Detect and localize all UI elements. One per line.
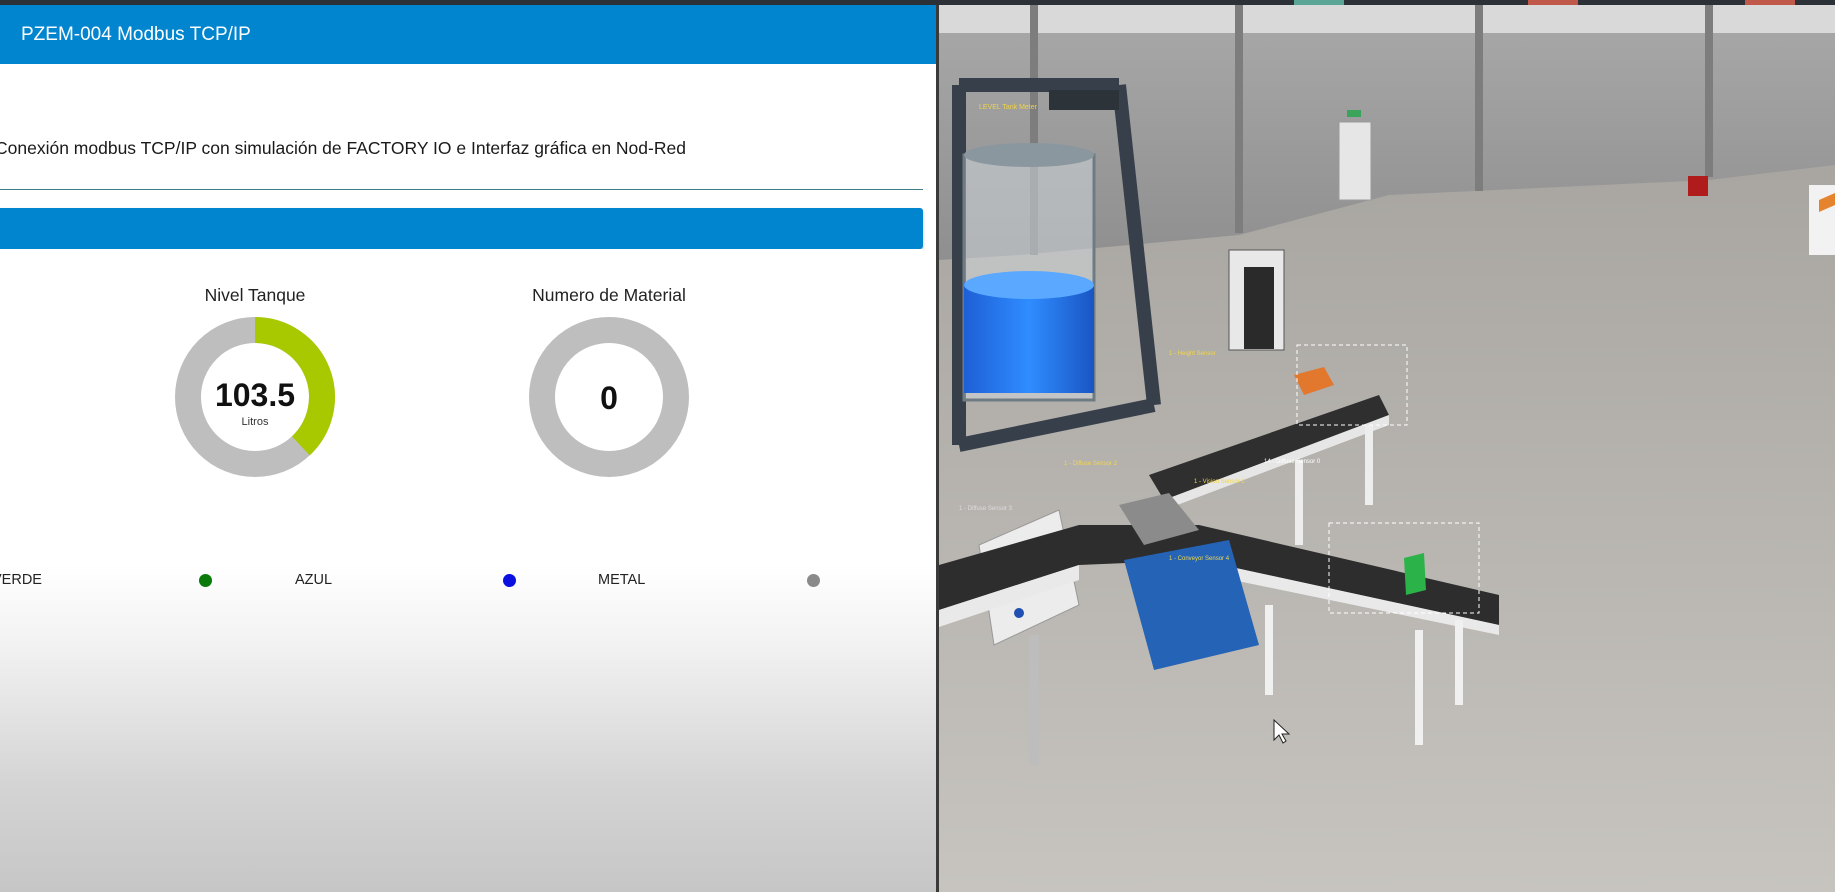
divider-line: [0, 189, 923, 190]
exit-door: [1338, 121, 1372, 201]
gauge-ring: 103.5 Litros: [175, 317, 335, 477]
gauges-card: Nivel Tanque 103.5 Litros Numero de Mate…: [0, 249, 923, 477]
gauge-ring: 0: [529, 317, 689, 477]
tank-lid: [964, 143, 1094, 167]
sensor-tag: 14 - Diffuse Sensor 0: [1264, 459, 1321, 465]
group-header-bar[interactable]: [0, 208, 923, 249]
led-metal: [807, 574, 820, 587]
sensor-tag: 1 - Diffuse Sensor 2: [1064, 461, 1118, 467]
gauge-nivel-tanque: Nivel Tanque 103.5 Litros: [170, 285, 340, 482]
page-title: PZEM-004 Modbus TCP/IP: [21, 24, 251, 45]
exit-sign: [1347, 110, 1361, 117]
gauge-label: Numero de Material: [532, 285, 686, 305]
tank-water: [964, 283, 1094, 393]
sensor-tag: 1 - Height Sensor: [1169, 351, 1216, 357]
led-azul: [503, 574, 516, 587]
tank-tag: LEVEL Tank Meter: [979, 104, 1038, 111]
sensor-tag: 1 - Diffuse Sensor 3: [959, 506, 1013, 512]
green-part: [1404, 553, 1426, 595]
gauge-units: Litros: [242, 416, 269, 428]
dashboard-panel: PZEM-004 Modbus TCP/IP Conexión modbus T…: [0, 5, 936, 892]
sensor-tag: 1 - Vision Sensor 1: [1194, 479, 1245, 485]
sensor-tag: 1 - Conveyor Sensor 4: [1169, 556, 1230, 562]
ceiling-beam: [939, 5, 1835, 33]
indicator-label-azul: AZUL: [295, 572, 333, 588]
tank-pipe: [1049, 90, 1119, 110]
tank-water-surface: [964, 271, 1094, 299]
height-sensor-face: [1244, 267, 1274, 349]
fire-extinguisher-box: [1688, 176, 1708, 196]
led-verde: [199, 574, 212, 587]
gauge-numero-material: Numero de Material 0: [524, 285, 694, 482]
gauge-label: Nivel Tanque: [204, 285, 306, 305]
indicator-row: VERDE AZUL METAL: [0, 565, 936, 595]
dashboard-header: PZEM-004 Modbus TCP/IP: [0, 5, 936, 64]
description-text: Conexión modbus TCP/IP con simulación de…: [0, 138, 686, 158]
factory-io-simulation-view[interactable]: LEVEL Tank Meter 1 - Height Sensor 1 - V…: [939, 5, 1835, 892]
indicator-label-metal: METAL: [598, 572, 646, 588]
gauge-value: 103.5: [215, 377, 295, 413]
panel-button: [1014, 608, 1024, 618]
gauge-value: 0: [600, 380, 618, 416]
indicator-label-verde: VERDE: [0, 572, 42, 588]
